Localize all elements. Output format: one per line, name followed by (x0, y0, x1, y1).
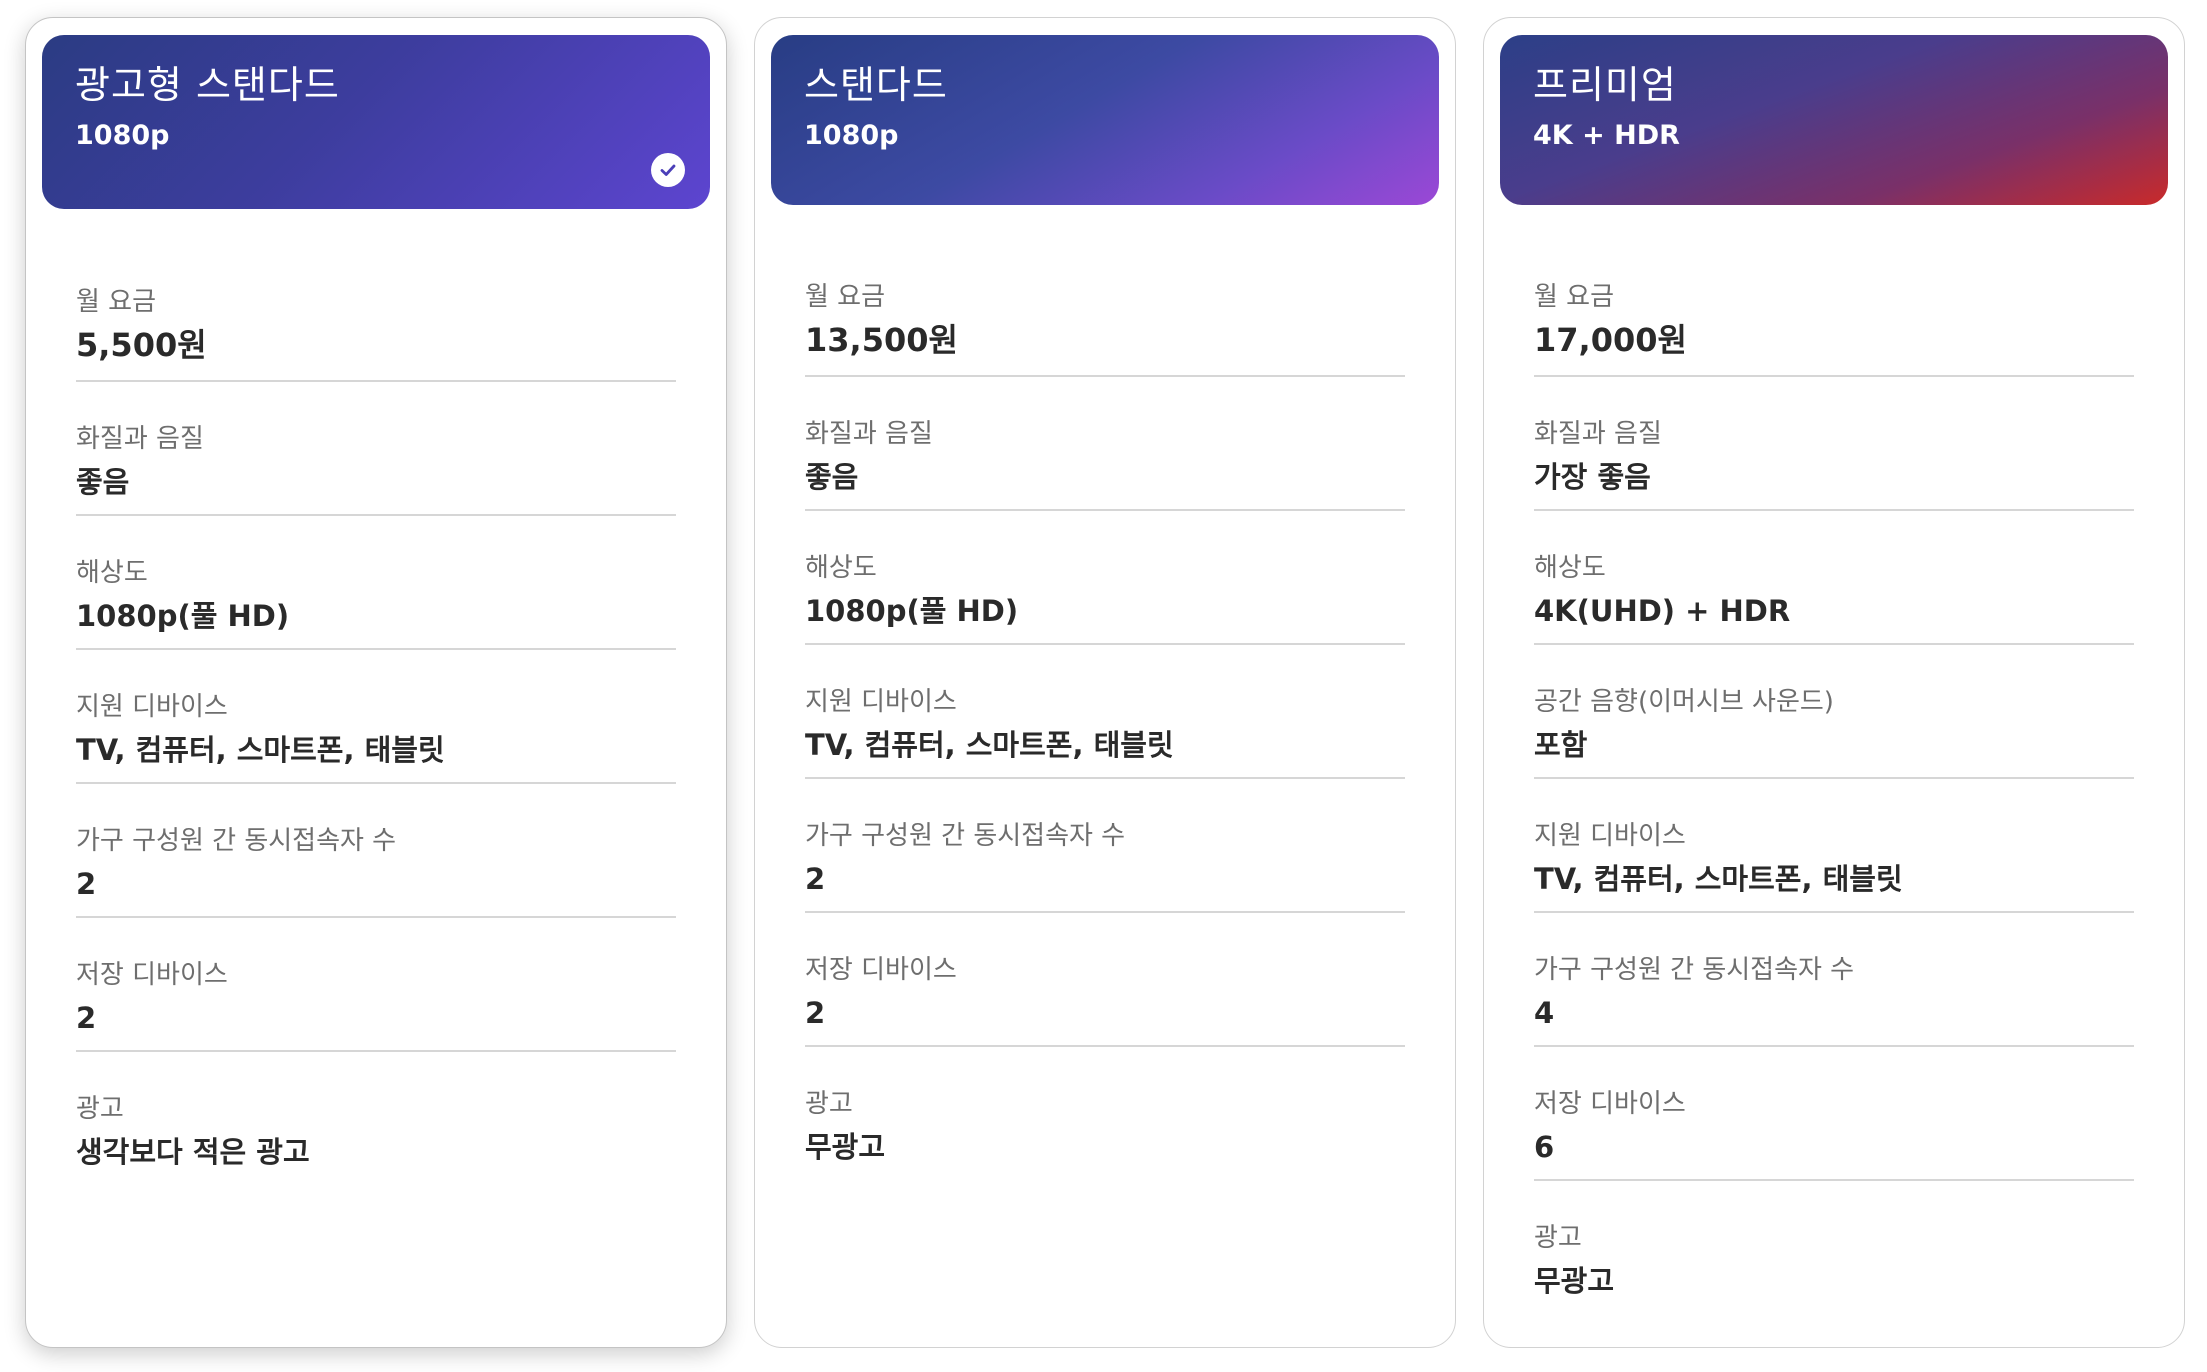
detail-label: 가구 구성원 간 동시접속자 수 (76, 826, 397, 856)
detail-row-download-devices: 저장 디바이스 6 (1534, 1047, 2134, 1181)
plan-header[interactable]: 프리미엄 4K + HDR (1500, 35, 2168, 205)
plan-card-standard[interactable]: 스탠다드 1080p 월 요금 13,500원 화질과 음질 좋음 해상도 10… (754, 17, 1456, 1348)
detail-value: 6 (1534, 1130, 1555, 1164)
plan-details: 월 요금 13,500원 화질과 음질 좋음 해상도 1080p(풀 HD) 지… (805, 243, 1405, 1181)
detail-row-streams: 가구 구성원 간 동시접속자 수 4 (1534, 913, 2134, 1047)
detail-row-download-devices: 저장 디바이스 2 (805, 913, 1405, 1047)
detail-label: 화질과 음질 (1534, 419, 1662, 449)
detail-label: 해상도 (805, 553, 877, 583)
plan-cards: 광고형 스탠다드 1080p 월 요금 5,500원 화질과 음질 좋음 해상도… (0, 0, 2207, 1372)
detail-label: 저장 디바이스 (805, 955, 957, 985)
detail-value: 13,500원 (805, 321, 958, 359)
detail-value: 2 (805, 862, 826, 896)
detail-value: 생각보다 적은 광고 (76, 1135, 310, 1169)
detail-label: 가구 구성원 간 동시접속자 수 (1534, 955, 1855, 985)
plan-header[interactable]: 광고형 스탠다드 1080p (42, 35, 710, 209)
detail-value: TV, 컴퓨터, 스마트폰, 태블릿 (76, 733, 445, 767)
detail-label: 지원 디바이스 (805, 687, 957, 717)
detail-value: 2 (805, 996, 826, 1030)
detail-value: TV, 컴퓨터, 스마트폰, 태블릿 (805, 728, 1174, 762)
detail-row-resolution: 해상도 4K(UHD) + HDR (1534, 511, 2134, 645)
plan-resolution-tag: 1080p (804, 120, 899, 151)
detail-row-quality: 화질과 음질 좋음 (76, 382, 676, 516)
detail-label: 가구 구성원 간 동시접속자 수 (805, 821, 1126, 851)
detail-row-resolution: 해상도 1080p(풀 HD) (805, 511, 1405, 645)
plan-name: 광고형 스탠다드 (75, 63, 340, 107)
detail-value: 포함 (1534, 728, 1588, 762)
detail-value: 좋음 (805, 460, 859, 494)
plan-resolution-tag: 4K + HDR (1533, 120, 1680, 151)
checkmark-circle-icon (651, 153, 685, 187)
detail-label: 월 요금 (76, 287, 157, 317)
detail-value: 가장 좋음 (1534, 460, 1651, 494)
detail-row-streams: 가구 구성원 간 동시접속자 수 2 (76, 784, 676, 918)
detail-label: 지원 디바이스 (76, 692, 228, 722)
plan-header[interactable]: 스탠다드 1080p (771, 35, 1439, 205)
detail-row-spatial-audio: 공간 음향(이머시브 사운드) 포함 (1534, 645, 2134, 779)
plan-details: 월 요금 5,500원 화질과 음질 좋음 해상도 1080p(풀 HD) 지원… (76, 248, 676, 1186)
detail-value: 4K(UHD) + HDR (1534, 594, 1791, 628)
detail-value: 무광고 (1534, 1264, 1615, 1298)
detail-row-resolution: 해상도 1080p(풀 HD) (76, 516, 676, 650)
detail-row-ads: 광고 무광고 (1534, 1181, 2134, 1315)
detail-row-price: 월 요금 13,500원 (805, 243, 1405, 377)
detail-row-ads: 광고 무광고 (805, 1047, 1405, 1181)
detail-row-quality: 화질과 음질 가장 좋음 (1534, 377, 2134, 511)
detail-row-ads: 광고 생각보다 적은 광고 (76, 1052, 676, 1186)
detail-value: 2 (76, 1001, 97, 1035)
plan-details: 월 요금 17,000원 화질과 음질 가장 좋음 해상도 4K(UHD) + … (1534, 243, 2134, 1315)
detail-label: 화질과 음질 (76, 424, 204, 454)
plan-resolution-tag: 1080p (75, 120, 170, 151)
detail-label: 저장 디바이스 (76, 960, 228, 990)
detail-value: 1080p(풀 HD) (805, 594, 1019, 628)
detail-label: 광고 (76, 1094, 124, 1124)
detail-value: 2 (76, 867, 97, 901)
plan-card-premium[interactable]: 프리미엄 4K + HDR 월 요금 17,000원 화질과 음질 가장 좋음 … (1483, 17, 2185, 1348)
detail-label: 해상도 (76, 558, 148, 588)
detail-row-devices: 지원 디바이스 TV, 컴퓨터, 스마트폰, 태블릿 (76, 650, 676, 784)
detail-label: 화질과 음질 (805, 419, 933, 449)
detail-label: 공간 음향(이머시브 사운드) (1534, 687, 1834, 717)
detail-row-price: 월 요금 17,000원 (1534, 243, 2134, 377)
plan-card-standard-with-ads[interactable]: 광고형 스탠다드 1080p 월 요금 5,500원 화질과 음질 좋음 해상도… (25, 17, 727, 1348)
detail-value: 좋음 (76, 465, 130, 499)
detail-label: 저장 디바이스 (1534, 1089, 1686, 1119)
detail-row-devices: 지원 디바이스 TV, 컴퓨터, 스마트폰, 태블릿 (805, 645, 1405, 779)
detail-label: 해상도 (1534, 553, 1606, 583)
detail-label: 월 요금 (1534, 282, 1615, 312)
detail-row-quality: 화질과 음질 좋음 (805, 377, 1405, 511)
detail-row-download-devices: 저장 디바이스 2 (76, 918, 676, 1052)
detail-label: 광고 (1534, 1223, 1582, 1253)
detail-row-devices: 지원 디바이스 TV, 컴퓨터, 스마트폰, 태블릿 (1534, 779, 2134, 913)
detail-value: 17,000원 (1534, 321, 1687, 359)
detail-value: 4 (1534, 996, 1555, 1030)
detail-label: 광고 (805, 1089, 853, 1119)
detail-value: 1080p(풀 HD) (76, 599, 290, 633)
detail-row-streams: 가구 구성원 간 동시접속자 수 2 (805, 779, 1405, 913)
plan-name: 스탠다드 (804, 63, 948, 107)
plan-name: 프리미엄 (1533, 63, 1677, 107)
detail-row-price: 월 요금 5,500원 (76, 248, 676, 382)
detail-label: 지원 디바이스 (1534, 821, 1686, 851)
detail-value: 5,500원 (76, 326, 207, 364)
detail-value: TV, 컴퓨터, 스마트폰, 태블릿 (1534, 862, 1903, 896)
detail-label: 월 요금 (805, 282, 886, 312)
detail-value: 무광고 (805, 1130, 886, 1164)
